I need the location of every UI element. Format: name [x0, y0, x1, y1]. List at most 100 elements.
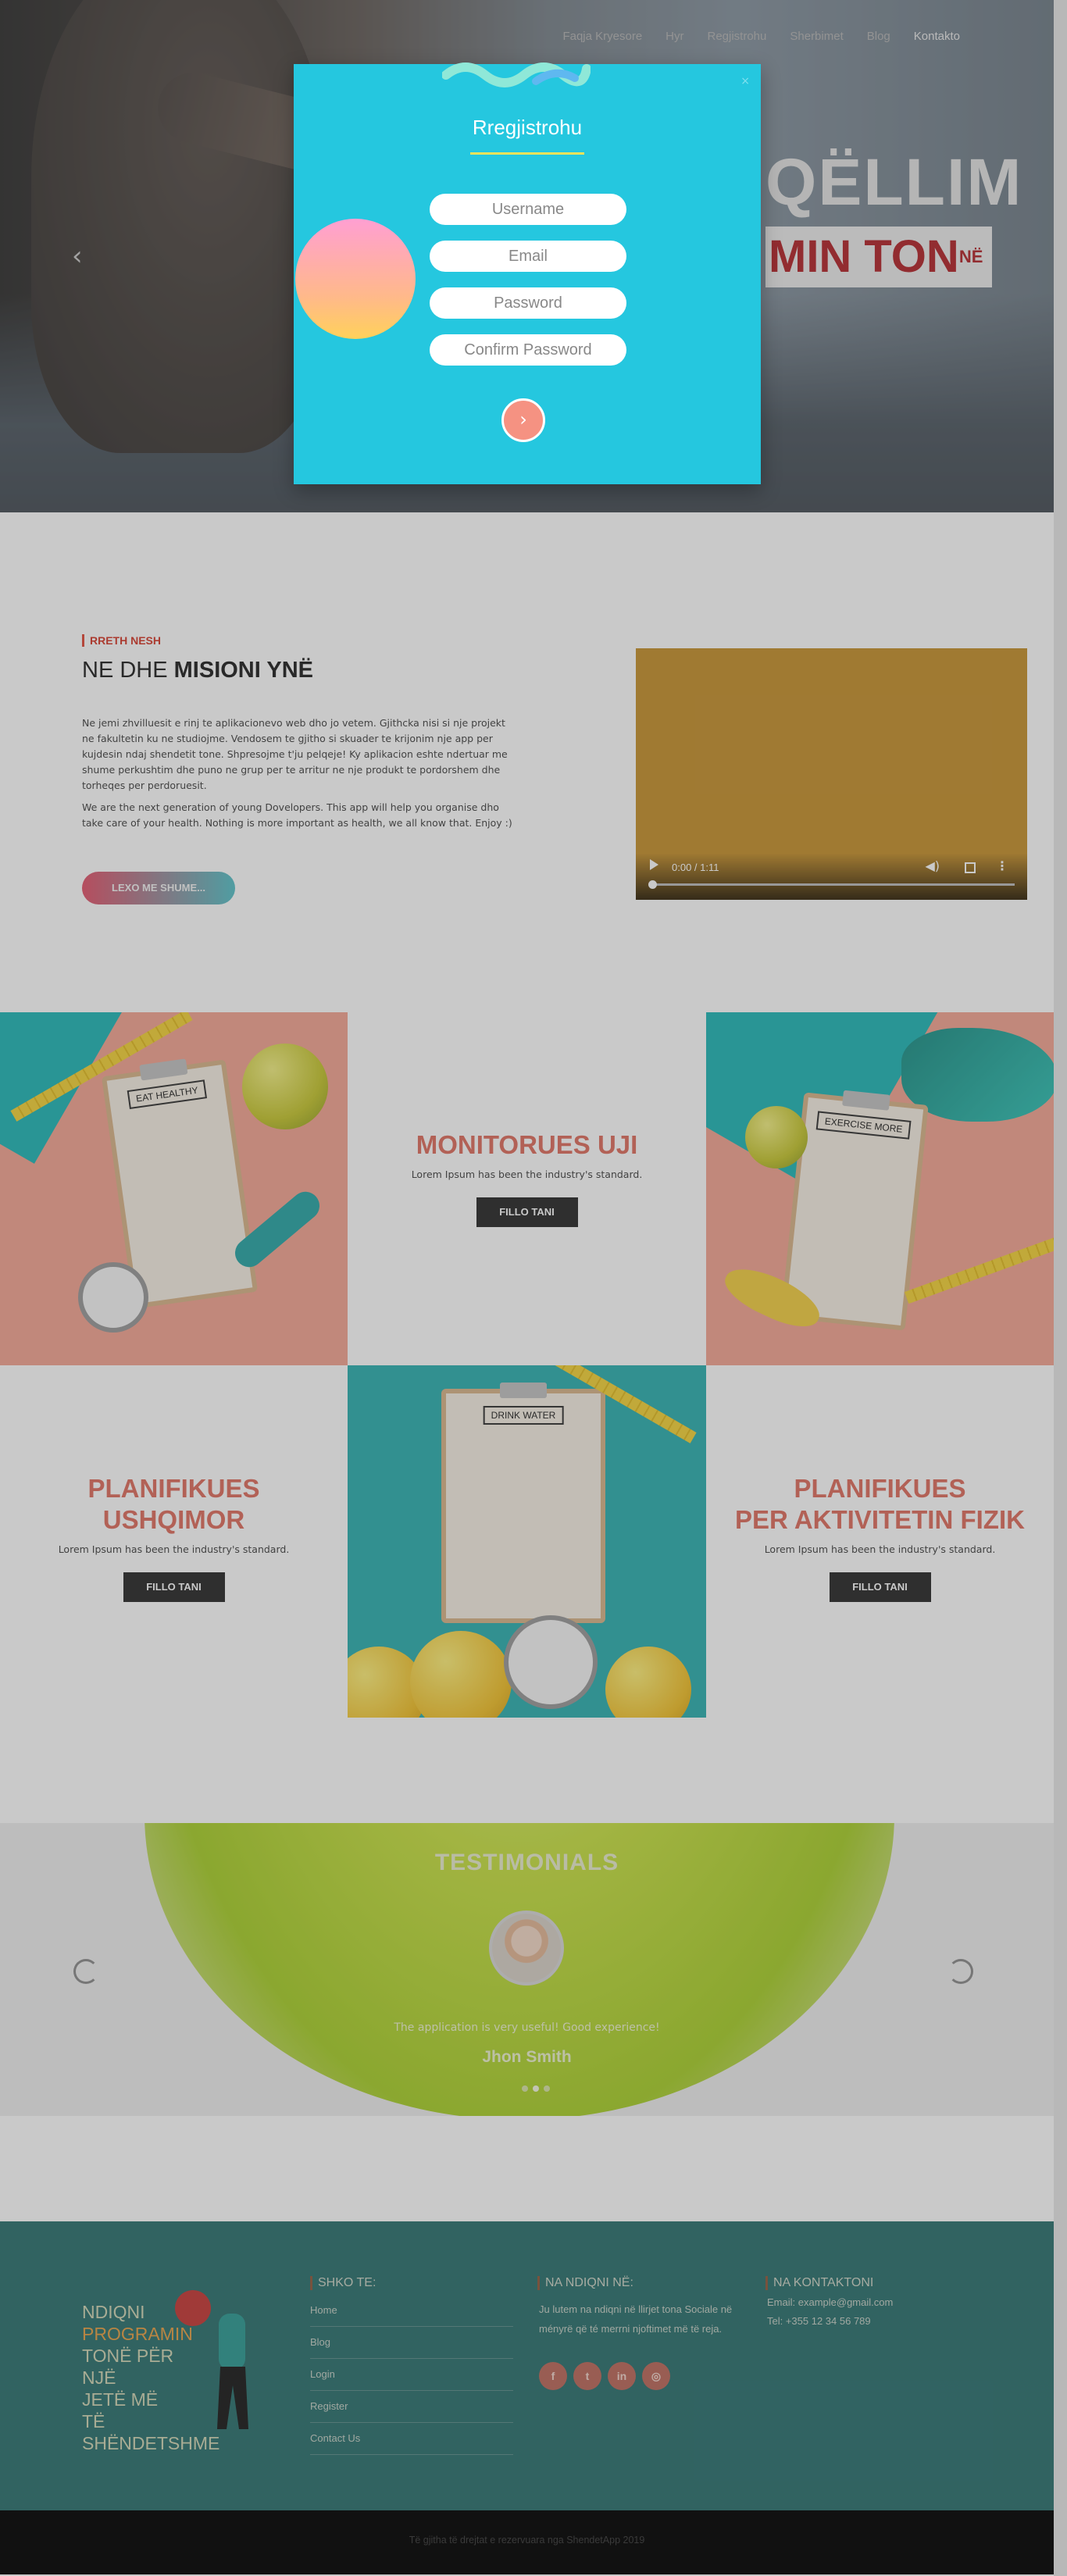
nav-item-register[interactable]: Regjistrohu — [708, 30, 767, 43]
nav-item-home[interactable]: Faqja Kryesore — [562, 30, 642, 43]
hero-title-line2: MIN TONNË — [765, 227, 992, 287]
brand-line: TONË PËR NJË — [82, 2346, 174, 2388]
about-heading-bold: MISIONI YNË — [173, 658, 313, 683]
footer-follow-title: NA NDIQNI NË: — [537, 2276, 633, 2290]
figure-legs — [217, 2367, 248, 2429]
testimonials-section: TESTIMONIALS The application is very use… — [0, 1823, 1054, 2116]
linkedin-icon[interactable]: in — [608, 2362, 636, 2390]
exercise-ball — [175, 2290, 211, 2326]
footer-email[interactable]: Email: example@gmail.com — [767, 2296, 893, 2308]
apple-image — [745, 1106, 808, 1168]
footer-link-register[interactable]: Register — [310, 2391, 513, 2423]
testimonials-title: TESTIMONIALS — [434, 1850, 619, 1875]
register-modal: × Rregjistrohu Username Email Password C… — [294, 62, 761, 484]
close-icon[interactable]: × — [740, 75, 750, 87]
fitness-woman-illustration — [172, 2290, 281, 2431]
clip-tab — [139, 1058, 188, 1081]
modal-title: Rregjistrohu — [472, 116, 583, 139]
hero-title-suffix: NË — [958, 247, 983, 266]
food-start-button[interactable]: FILLO TANI — [123, 1572, 225, 1602]
apple-image — [242, 1044, 328, 1129]
footer-phone[interactable]: Tel: +355 12 34 56 789 — [767, 2315, 871, 2327]
brand-line: SHËNDETSHME — [82, 2433, 220, 2453]
video-controls — [636, 853, 1027, 900]
food-planner-card: PLANIFIKUES USHQIMOR Lorem Ipsum has bee… — [0, 1365, 348, 1718]
password-field[interactable]: Password — [430, 287, 626, 319]
eat-healthy-tag: EAT HEALTHY — [127, 1079, 208, 1109]
footer-link-blog[interactable]: Blog — [310, 2327, 513, 2359]
lemon-image — [410, 1631, 512, 1718]
video-progress-knob[interactable] — [648, 880, 657, 889]
eat-healthy-photo: EAT HEALTHY — [0, 1012, 348, 1365]
brand-line: JETË MË TË — [82, 2389, 159, 2432]
clock-image — [504, 1615, 598, 1709]
brand-line-highlight: PROGRAMIN — [82, 2324, 193, 2344]
carousel-dot-active[interactable] — [533, 2085, 539, 2092]
lemon-image — [605, 1647, 691, 1718]
food-planner-title-line2: USHQIMOR — [102, 1505, 245, 1534]
about-heading-regular: NE DHE — [82, 658, 174, 683]
video-player[interactable]: 0:00 / 1:11 ◀) ⋮ — [636, 648, 1027, 900]
water-start-button[interactable]: FILLO TANI — [476, 1197, 578, 1227]
about-paragraph-english: We are the next generation of young Dove… — [82, 801, 512, 829]
brand-line: NDIQNI — [82, 2302, 145, 2322]
water-tracker-subtitle: Lorem Ipsum has been the industry's stan… — [411, 1168, 643, 1180]
site-footer: NDIQNI PROGRAMIN TONË PËR NJË JETË MË TË… — [0, 2221, 1054, 2510]
nav-item-contact[interactable]: Kontakto — [914, 30, 960, 43]
carousel-dots — [522, 2085, 550, 2092]
page-scrollbar[interactable] — [1054, 0, 1067, 2576]
measuring-tape — [904, 1233, 1054, 1304]
read-more-button[interactable]: LEXO ME SHUME... — [82, 872, 235, 904]
exercise-more-tag: EXERCISE MORE — [815, 1111, 912, 1140]
chevron-left-icon[interactable]: ‹ — [72, 243, 91, 269]
footer-links-title: SHKO TE: — [310, 2276, 376, 2290]
twitter-icon[interactable]: t — [573, 2362, 601, 2390]
fullscreen-icon[interactable] — [965, 862, 976, 873]
video-progress-track[interactable] — [651, 883, 1015, 886]
drink-water-photo: DRINK WATER — [348, 1365, 706, 1718]
exercise-more-photo: EXERCISE MORE — [706, 1012, 1054, 1365]
food-planner-subtitle: Lorem Ipsum has been the industry's stan… — [58, 1543, 290, 1555]
footer-link-login[interactable]: Login — [310, 2359, 513, 2391]
carousel-prev-icon[interactable] — [73, 1959, 98, 1984]
facebook-icon[interactable]: f — [539, 2362, 567, 2390]
testimonial-author: Jhon Smith — [482, 2048, 572, 2066]
drink-water-clipboard: DRINK WATER — [441, 1383, 605, 1623]
modal-title-underline — [470, 152, 584, 155]
nav-item-login[interactable]: Hyr — [666, 30, 683, 43]
play-icon[interactable] — [650, 859, 658, 870]
footer-follow-text: Ju lutem na ndiqni në llirjet tona Socia… — [539, 2303, 733, 2335]
features-grid: EAT HEALTHY MONITORUES UJI Lorem Ipsum h… — [0, 1012, 1054, 1718]
wave-decoration-icon — [442, 62, 591, 87]
volume-icon[interactable]: ◀) — [925, 858, 940, 873]
about-section: RRETH NESH NE DHE MISIONI YNË Ne jemi zh… — [0, 512, 1054, 1012]
nav-item-blog[interactable]: Blog — [867, 30, 890, 43]
main-navigation: Faqja Kryesore Hyr Regjistrohu Sherbimet… — [562, 30, 960, 43]
water-tracker-card: MONITORUES UJI Lorem Ipsum has been the … — [348, 1012, 706, 1365]
testimonial-avatar — [489, 1911, 564, 1986]
gradient-orb-decoration — [295, 219, 416, 339]
fitness-start-button[interactable]: FILLO TANI — [829, 1572, 931, 1602]
more-options-icon[interactable]: ⋮ — [996, 858, 1008, 873]
email-field[interactable]: Email — [430, 241, 626, 272]
footer-brand-slogan: NDIQNI PROGRAMIN TONË PËR NJË JETË MË TË… — [82, 2301, 220, 2454]
testimonial-quote: The application is very useful! Good exp… — [394, 2021, 660, 2034]
carousel-dot[interactable] — [522, 2085, 528, 2092]
figure-body — [219, 2314, 245, 2370]
arrow-right-icon: › — [519, 409, 527, 430]
instagram-icon[interactable]: ◎ — [642, 2362, 670, 2390]
nav-item-services[interactable]: Sherbimet — [790, 30, 843, 43]
food-planner-title-line1: PLANIFIKUES — [87, 1474, 260, 1503]
submit-arrow-button[interactable]: › — [501, 398, 545, 442]
copyright-bar: Të gjitha të drejtat e rezervuara nga Sh… — [0, 2510, 1054, 2574]
confirm-password-field[interactable]: Confirm Password — [430, 334, 626, 366]
carousel-dot[interactable] — [544, 2085, 550, 2092]
clip-tab — [500, 1383, 547, 1398]
hero-title-line1: QËLLIM — [765, 145, 1023, 219]
carousel-next-icon[interactable] — [948, 1959, 973, 1984]
video-time: 0:00 / 1:11 — [672, 862, 719, 873]
footer-link-home[interactable]: Home — [310, 2295, 513, 2327]
username-field[interactable]: Username — [430, 194, 626, 225]
fitness-planner-title-line1: PLANIFIKUES — [794, 1474, 966, 1503]
footer-link-contact[interactable]: Contact Us — [310, 2423, 513, 2455]
